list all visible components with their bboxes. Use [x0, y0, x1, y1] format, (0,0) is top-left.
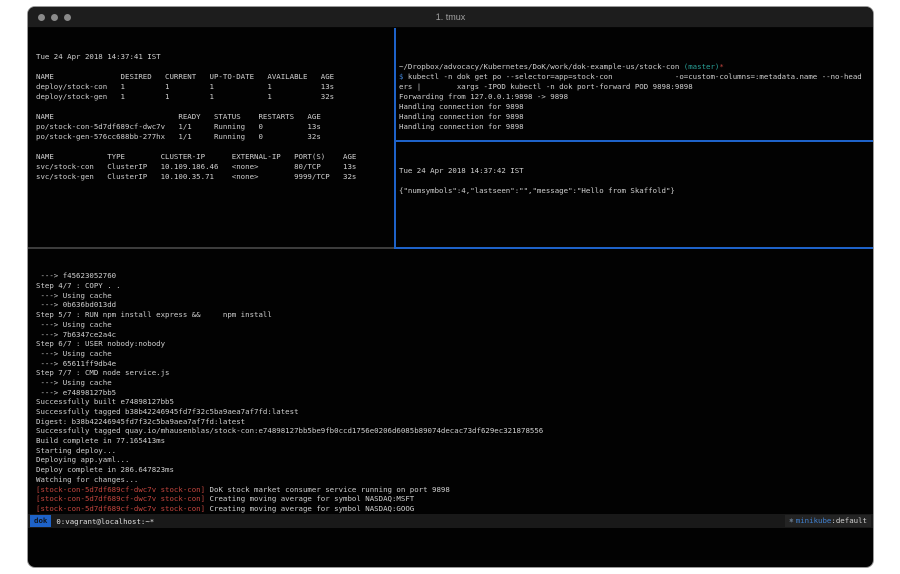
pane-divider-horizontal-full[interactable]	[28, 247, 873, 249]
pane-port-forward[interactable]: ~/Dropbox/advocacy/Kubernetes/DoK/work/d…	[399, 32, 869, 140]
tmux-status-bar: dok 0:vagrant@localhost:~* ⎈ minikube :d…	[28, 514, 873, 528]
window-titlebar[interactable]: 1. tmux	[28, 7, 873, 28]
window-title: 1. tmux	[28, 12, 873, 22]
pane-divider-vertical[interactable]	[394, 28, 396, 247]
pane-skaffold-dev[interactable]: ---> f45623052760Step 4/7 : COPY . . ---…	[36, 252, 869, 514]
kubernetes-helm-icon: ⎈	[789, 515, 794, 527]
skaffold-dev-output: ---> f45623052760Step 4/7 : COPY . . ---…	[36, 271, 869, 514]
pane-curl-output[interactable]: Tue 24 Apr 2018 14:37:42 IST {"numsymbol…	[399, 146, 869, 246]
divider-segment-active	[394, 247, 873, 249]
pane-divider-horizontal-right[interactable]	[394, 140, 873, 142]
port-forward-output: ~/Dropbox/advocacy/Kubernetes/DoK/work/d…	[399, 52, 869, 132]
pane-kubectl-watch[interactable]: Tue 24 Apr 2018 14:37:41 IST NAME DESIRE…	[36, 32, 392, 246]
kube-context-label: minikube	[796, 515, 832, 527]
terminal-window: 1. tmux Tue 24 Apr 2018 14:37:41 IST NAM…	[28, 7, 873, 567]
session-name-badge[interactable]: dok	[30, 515, 51, 527]
kube-status-segment: ⎈ minikube :default	[785, 515, 871, 527]
divider-segment-inactive	[28, 247, 394, 249]
window-label[interactable]: 0:vagrant@localhost:~*	[56, 517, 154, 526]
kubectl-watch-output: Tue 24 Apr 2018 14:37:41 IST NAME DESIRE…	[36, 52, 392, 182]
curl-output: Tue 24 Apr 2018 14:37:42 IST {"numsymbol…	[399, 166, 869, 196]
kube-namespace-label: :default	[831, 515, 867, 527]
